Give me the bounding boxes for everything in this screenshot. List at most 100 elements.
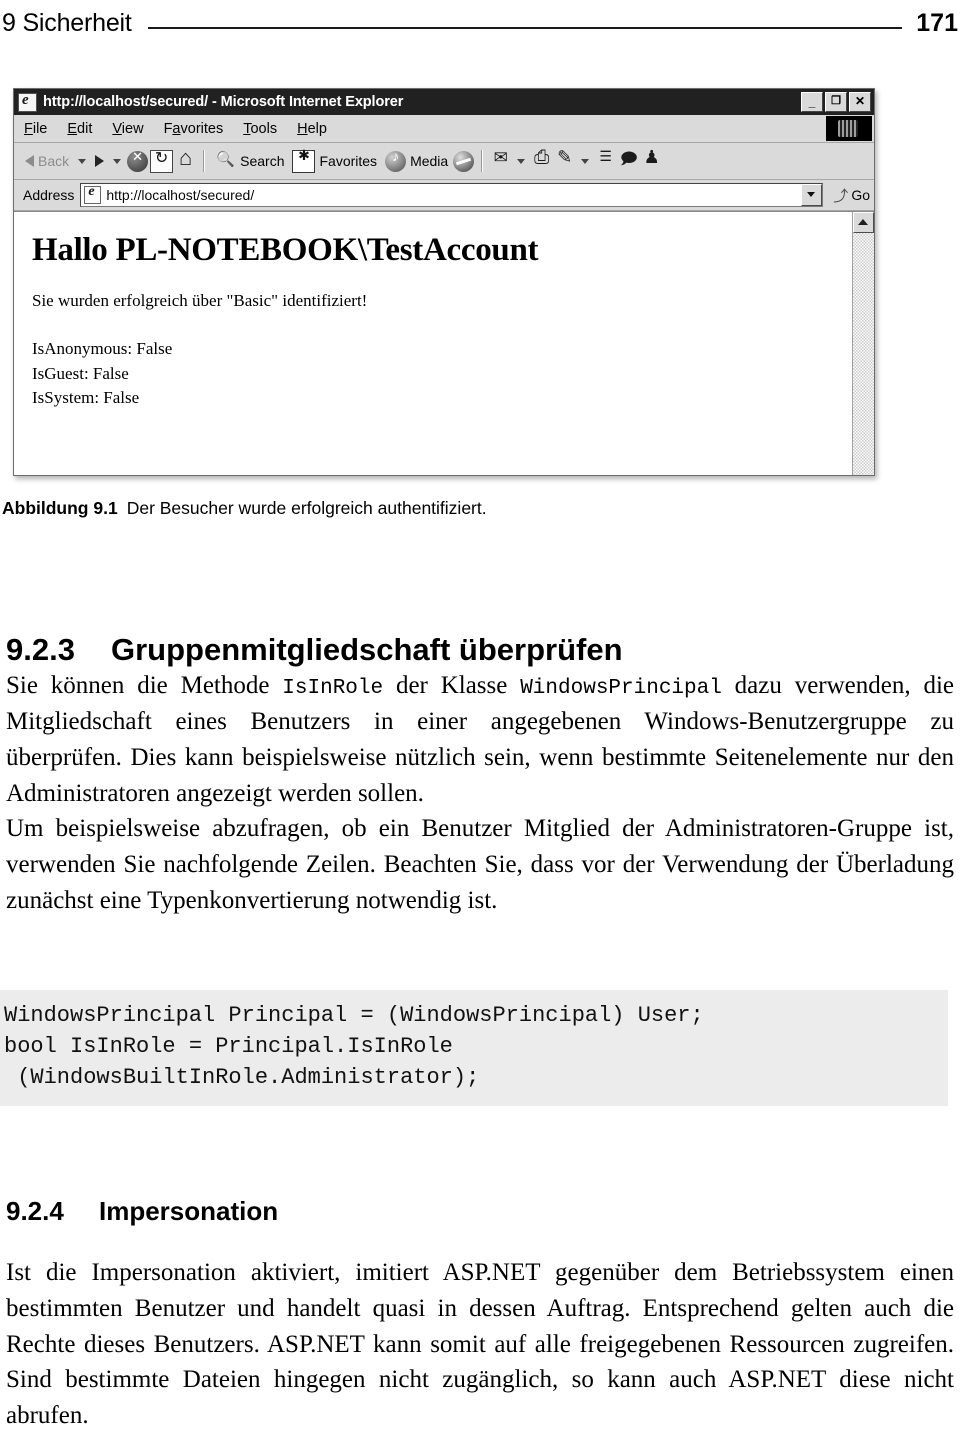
refresh-icon[interactable] (150, 148, 174, 173)
windows-logo-icon (826, 116, 872, 141)
chapter-title: 9 Sicherheit (2, 8, 132, 37)
contacts-icon[interactable] (641, 147, 662, 172)
menu-edit-key: E (67, 120, 78, 137)
figure-screenshot: http://localhost/secured/ - Microsoft In… (13, 88, 877, 478)
internet-explorer-window: http://localhost/secured/ - Microsoft In… (13, 88, 875, 476)
go-label: Go (851, 187, 870, 203)
flag-is-system: IsSystem: False (32, 388, 140, 408)
maximize-icon: ❐ (831, 95, 841, 107)
home-icon[interactable] (175, 145, 196, 172)
section-heading-9-2-4: 9.2.4 Impersonation (6, 1196, 954, 1227)
toolbar-separator-2 (481, 150, 484, 172)
paragraph-9-2-4-1: Ist die Impersonation aktiviert, imitier… (6, 1259, 954, 1429)
mail-chevron-down-icon[interactable] (517, 158, 526, 164)
menu-item-edit[interactable]: Edit (67, 121, 92, 137)
menu-view-post: iew (121, 120, 144, 137)
browser-toolbar: Back Search Favorites Media (14, 143, 874, 180)
section-heading-9-2-3: 9.2.3 Gruppenmitgliedschaft überprüfen (6, 632, 954, 668)
section-number-9-2-3: 9.2.3 (6, 632, 75, 667)
menu-item-help[interactable]: Help (297, 121, 327, 137)
menu-tools-post: ools (250, 120, 278, 137)
page-body-lower: 9.2.4 Impersonation Ist die Impersonatio… (6, 1196, 954, 1434)
menu-help-key: H (297, 120, 308, 137)
auth-message: Sie wurden erfolgreich über "Basic" iden… (32, 291, 368, 310)
flag-is-anonymous: IsAnonymous: False (32, 339, 173, 358)
page-body: 9.2.3 Gruppenmitgliedschaft überprüfen S… (6, 632, 954, 919)
window-title: http://localhost/secured/ - Microsoft In… (43, 94, 404, 110)
browser-viewport: Hallo PL-NOTEBOOK\TestAccount Sie wurden… (14, 211, 874, 475)
go-button[interactable]: ⤴ Go (829, 185, 870, 206)
vertical-scrollbar[interactable] (852, 212, 874, 475)
forward-button[interactable] (92, 153, 107, 169)
print-icon[interactable] (531, 147, 552, 172)
menu-bar: File Edit View Favorites Tools Help (14, 115, 874, 143)
menu-edit-post: dit (77, 120, 93, 137)
identity-flag-list: IsAnonymous: False IsGuest: False IsSyst… (32, 337, 852, 411)
maximize-button[interactable]: ❐ (825, 92, 847, 112)
minimize-button[interactable]: _ (801, 92, 823, 112)
section-title-9-2-3: Gruppenmitgliedschaft überprüfen (111, 632, 623, 667)
mail-icon[interactable] (490, 148, 511, 172)
code-line-3: (WindowsBuiltInRole.Administrator); (4, 1065, 480, 1091)
back-label: Back (38, 153, 70, 169)
web-page-content: Hallo PL-NOTEBOOK\TestAccount Sie wurden… (14, 212, 852, 475)
figure-caption-text: Der Besucher wurde erfolgreich authentif… (126, 498, 487, 518)
menu-item-file[interactable]: File (24, 121, 47, 137)
back-button[interactable]: Back (22, 151, 72, 171)
media-button[interactable]: Media (382, 148, 451, 174)
arrow-right-icon (95, 155, 105, 167)
back-history-chevron-down-icon[interactable] (78, 158, 87, 164)
code-block-isinrole: WindowsPrincipal Principal = (WindowsPri… (0, 990, 948, 1106)
media-label: Media (410, 153, 449, 169)
toolbar-separator (203, 150, 206, 172)
menu-favorites-post: vorites (180, 120, 224, 137)
menu-file-key: F (24, 120, 33, 137)
messenger-icon[interactable] (618, 148, 639, 175)
scan-fade-overlay (14, 435, 852, 475)
go-arrow-icon: ⤴ (833, 187, 849, 205)
forward-history-chevron-down-icon[interactable] (113, 158, 122, 164)
stop-icon[interactable] (127, 149, 149, 172)
favorites-button[interactable]: Favorites (289, 147, 380, 175)
internet-explorer-icon (18, 92, 37, 112)
run-text-1: Sie können die Methode (6, 672, 283, 699)
scroll-up-button[interactable] (853, 212, 874, 233)
paragraph-9-2-3-2: Um beispielsweise abzufragen, ob ein Ben… (6, 815, 954, 914)
menu-help-post: elp (307, 120, 327, 137)
arrow-left-icon (25, 155, 34, 167)
paragraph-9-2-3-1: Sie können die Methode IsInRole der Klas… (6, 668, 954, 811)
search-button[interactable]: Search (212, 149, 287, 174)
menu-file-post: ile (32, 120, 48, 137)
header-rule (147, 26, 903, 29)
code-isinrole: IsInRole (282, 677, 384, 700)
address-input[interactable]: http://localhost/secured/ (80, 183, 824, 207)
address-bar: Address http://localhost/secured/ ⤴ Go (14, 180, 874, 211)
flag-is-guest: IsGuest: False (32, 363, 129, 383)
discuss-icon[interactable] (595, 149, 616, 172)
media-icon (385, 148, 407, 172)
code-line-1: WindowsPrincipal Principal = (WindowsPri… (4, 1003, 704, 1028)
search-icon (215, 150, 236, 172)
menu-item-tools[interactable]: Tools (243, 121, 277, 137)
edit-chevron-down-icon[interactable] (581, 158, 590, 164)
page-number: 171 (916, 8, 958, 37)
favorites-label: Favorites (319, 153, 378, 169)
history-globe-icon[interactable] (453, 150, 475, 172)
close-icon: ✕ (854, 94, 866, 108)
section-title-9-2-4: Impersonation (99, 1196, 279, 1226)
close-button[interactable]: ✕ (849, 92, 871, 112)
run-text-2: der Klasse (383, 672, 521, 699)
section-number-9-2-4: 9.2.4 (6, 1196, 64, 1226)
menu-item-favorites[interactable]: Favorites (164, 121, 224, 137)
minimize-icon: _ (808, 95, 816, 109)
code-windowsprincipal: WindowsPrincipal (520, 677, 722, 700)
code-line-2: bool IsInRole = Principal.IsInRole (4, 1034, 453, 1060)
favorites-star-icon (292, 147, 316, 173)
menu-item-view[interactable]: View (112, 121, 143, 137)
menu-favorites-key: a (172, 120, 181, 137)
address-label: Address (23, 187, 75, 203)
edit-icon[interactable] (554, 147, 575, 172)
address-chevron-down-icon[interactable] (801, 184, 823, 206)
search-label: Search (240, 153, 285, 169)
figure-caption-number: Abbildung 9.1 (2, 498, 118, 518)
